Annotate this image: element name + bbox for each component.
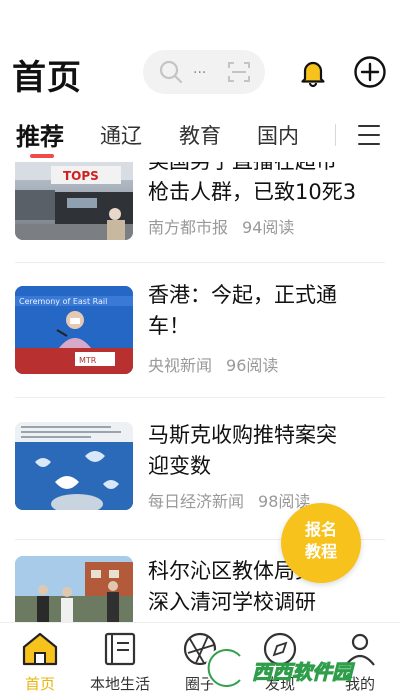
top-header: 首页 ... (0, 0, 400, 110)
tab-education[interactable]: 教育 (179, 120, 221, 150)
signup-tutorial-button[interactable]: 报名 教程 (281, 503, 361, 583)
article-reads: 94阅读 (242, 218, 295, 237)
article-title[interactable]: 马斯克收购推特案突 迎变数 (148, 420, 388, 482)
article-reads: 96阅读 (226, 356, 279, 375)
list-item[interactable]: Ceremony of East Rail MTR 香港：今起，正式通 车！ 央… (0, 278, 400, 416)
watermark-text: 西西软件园 (252, 660, 353, 685)
article-source: 南方都市报 (148, 218, 229, 237)
tab-recommend[interactable]: 推荐 (16, 117, 64, 152)
search-icon (159, 60, 183, 84)
article-meta: 南方都市报 94阅读 (148, 214, 294, 238)
tab-domestic[interactable]: 国内 (257, 120, 299, 150)
svg-text:TOPS: TOPS (63, 169, 99, 183)
tab-divider (335, 124, 336, 146)
article-title[interactable]: 香港：今起，正式通 车！ (148, 280, 388, 342)
bell-icon[interactable] (297, 56, 329, 88)
nav-label: 本地生活 (89, 675, 150, 693)
search-placeholder: ... (193, 61, 207, 77)
article-source: 央视新闻 (148, 356, 213, 375)
channel-tabs: 推荐 通辽 教育 国内 (0, 110, 400, 162)
list-item[interactable]: TOPS 美国男子直播在超市 枪击人群，已致10死3 南方都市报 94阅读 (0, 162, 400, 284)
article-title[interactable]: 美国男子直播在超市 枪击人群，已致10死3 (148, 162, 388, 208)
scan-icon[interactable] (227, 60, 251, 84)
watermark: 西西软件园 (200, 646, 395, 692)
nav-label: 首页 (24, 675, 55, 693)
article-thumbnail (15, 556, 133, 632)
tab-tongliao[interactable]: 通辽 (100, 120, 142, 150)
book-icon (104, 632, 136, 666)
article-meta: 央视新闻 96阅读 (148, 352, 278, 376)
svg-text:Ceremony of East Rail: Ceremony of East Rail (19, 297, 107, 306)
nav-local-life[interactable]: 本地生活 (80, 631, 160, 697)
page-title: 首页 (12, 58, 82, 98)
svg-text:MTR: MTR (79, 356, 97, 365)
search-bar[interactable]: ... (143, 50, 265, 94)
menu-icon[interactable] (358, 125, 380, 145)
watermark-logo-icon (205, 647, 243, 689)
plus-icon[interactable] (353, 55, 387, 89)
divider (15, 397, 385, 398)
home-icon (22, 632, 58, 666)
article-meta: 每日经济新闻 98阅读 (148, 488, 310, 512)
active-tab-indicator (30, 154, 54, 158)
article-thumbnail (15, 422, 133, 510)
article-source: 每日经济新闻 (148, 492, 245, 511)
article-thumbnail: TOPS (15, 162, 133, 240)
divider (15, 262, 385, 263)
article-thumbnail: Ceremony of East Rail MTR (15, 286, 133, 374)
nav-home[interactable]: 首页 (0, 631, 80, 697)
